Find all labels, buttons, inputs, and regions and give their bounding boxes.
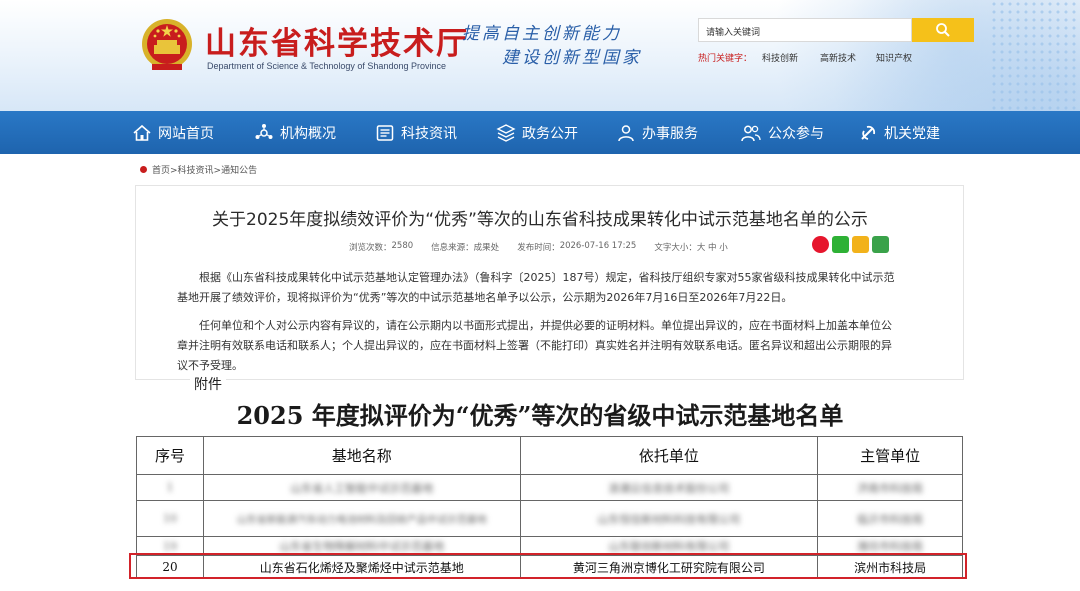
- col-header-org: 依托单位: [519, 436, 819, 475]
- search-input[interactable]: 请输入关键词: [698, 18, 912, 42]
- cell-org: 浪潮云信息技术股份公司: [519, 474, 819, 501]
- hot-keywords: 热门关键字： 科技创新 高新技术 知识产权: [698, 51, 912, 64]
- table-row: 10 山东省新能源汽车动力电池材料及回收产品中试示范基地 山东恒信新材料科技有限…: [136, 500, 963, 537]
- paragraph-2-line-1: 任何单位和个人对公示内容有异议的，请在公示期内以书面形式提出，并提供必要的证明材…: [199, 319, 892, 332]
- hot-keyword-1[interactable]: 科技创新: [762, 51, 798, 64]
- cell-no: 1: [136, 474, 204, 501]
- header-dots: [990, 0, 1080, 111]
- weibo-icon[interactable]: [812, 236, 829, 253]
- cell-org: 山东恒信新材料科技有限公司: [519, 500, 819, 537]
- party-icon: [861, 125, 876, 140]
- publish-date: 2026-07-16 17:25: [559, 241, 637, 251]
- nav-item-gov[interactable]: 政务公开: [496, 111, 616, 154]
- slogan-line1: 提高自主创新能力: [462, 24, 622, 44]
- share-bar: [812, 236, 889, 253]
- paragraph-2-line-3: 议不予受理。: [177, 359, 243, 372]
- hot-keyword-2[interactable]: 高新技术: [820, 51, 856, 64]
- nav-label-news: 科技资讯: [401, 125, 457, 142]
- nav-label-service: 办事服务: [642, 125, 698, 142]
- home-icon: [133, 124, 151, 141]
- cell-name: 山东省新能源汽车动力电池材料及回收产品中试示范基地: [202, 500, 521, 537]
- attachment-label: 附件: [190, 374, 226, 394]
- article-paragraph-1: 根据《山东省科技成果转化中试示范基地认定管理办法》（鲁科字〔2025〕187号）…: [177, 268, 927, 308]
- site-subtitle: Department of Science & Technology of Sh…: [207, 61, 446, 71]
- nav-label-home: 网站首页: [158, 125, 214, 142]
- national-emblem-icon[interactable]: [140, 16, 194, 74]
- attachment-title: 2025 年度拟评价为“优秀”等次的省级中试示范基地名单: [236, 401, 844, 430]
- hot-keywords-label: 热门关键字：: [698, 54, 753, 64]
- paragraph-1-line-2: 基地开展了绩效评价，现将拟评价为“优秀”等次的中试示范基地名单予以公示，公示期为…: [177, 291, 793, 304]
- nav-item-party[interactable]: 机关党建: [858, 111, 968, 154]
- user-icon: [618, 124, 634, 141]
- fontsize-options[interactable]: 大 中 小: [697, 241, 728, 253]
- nav-item-service[interactable]: 办事服务: [616, 111, 740, 154]
- cell-dept: 济南市科技局: [817, 474, 963, 501]
- hot-keyword-3[interactable]: 知识产权: [876, 51, 912, 64]
- org-icon: [255, 123, 273, 139]
- qzone-icon[interactable]: [852, 236, 869, 253]
- cell-name: 山东省人工智能中试示范基地: [202, 474, 521, 501]
- nav-item-news[interactable]: 科技资讯: [375, 111, 496, 154]
- article-meta: 浏览次数： 2580 信息来源： 成果处 发布时间： 2026-07-16 17…: [349, 241, 728, 253]
- douban-icon[interactable]: [872, 236, 889, 253]
- news-icon: [376, 124, 394, 141]
- col-header-dept: 主管单位: [817, 436, 963, 475]
- article-title: 关于2025年度拟绩效评价为“优秀”等次的山东省科技成果转化中试示范基地名单的公…: [212, 210, 868, 230]
- nav-label-public: 公众参与: [768, 125, 824, 142]
- col-header-no: 序号: [136, 436, 204, 475]
- cell-no: 10: [136, 500, 204, 537]
- slogan-line2: 建设创新型国家: [502, 48, 642, 68]
- table-row: 1 山东省人工智能中试示范基地 浪潮云信息技术股份公司 济南市科技局: [136, 474, 963, 501]
- article-paragraph-2: 任何单位和个人对公示内容有异议的，请在公示期内以书面形式提出，并提供必要的证明材…: [177, 316, 927, 376]
- search-icon: [936, 23, 950, 37]
- nav-label-party: 机关党建: [884, 125, 940, 142]
- paragraph-2-line-2: 章并注明有效联系电话和联系人；个人提出异议的，应在书面材料上签署（不能打印）真实…: [177, 339, 892, 352]
- nav-item-public[interactable]: 公众参与: [740, 111, 858, 154]
- layers-icon: [496, 123, 516, 142]
- views-count: 2580: [391, 241, 414, 251]
- breadcrumb-text[interactable]: 首页>科技资讯>通知公告: [152, 163, 257, 176]
- wechat-icon[interactable]: [832, 236, 849, 253]
- location-icon: [140, 166, 147, 173]
- search-button[interactable]: [912, 18, 974, 42]
- users-icon: [741, 125, 761, 141]
- date-label: 发布时间：: [517, 243, 560, 253]
- nav-label-org: 机构概况: [280, 125, 336, 142]
- nav-item-org[interactable]: 机构概况: [254, 111, 375, 154]
- nav-label-gov: 政务公开: [522, 125, 578, 142]
- col-header-name: 基地名称: [202, 436, 521, 475]
- views-label: 浏览次数：: [349, 243, 392, 253]
- site-header: 山东省科学技术厅 Department of Science & Technol…: [0, 0, 1080, 111]
- cell-dept: 临沂市科技局: [817, 500, 963, 537]
- breadcrumb: 首页>科技资讯>通知公告: [140, 163, 257, 176]
- fontsize-label: 文字大小：: [654, 243, 697, 253]
- source-value: 成果处: [473, 243, 500, 253]
- main-nav: 网站首页 机构概况 科技资讯 政务公开 办事服务 公众参与 机关党建: [0, 111, 1080, 154]
- site-title[interactable]: 山东省科学技术厅: [205, 18, 469, 63]
- source-label: 信息来源：: [431, 243, 474, 253]
- nav-item-home[interactable]: 网站首页: [132, 111, 254, 154]
- table-header-row: 序号 基地名称 依托单位 主管单位: [136, 436, 963, 475]
- row-highlight-box: [129, 553, 967, 579]
- paragraph-1-line-1: 根据《山东省科技成果转化中试示范基地认定管理办法》（鲁科字〔2025〕187号）…: [199, 271, 895, 284]
